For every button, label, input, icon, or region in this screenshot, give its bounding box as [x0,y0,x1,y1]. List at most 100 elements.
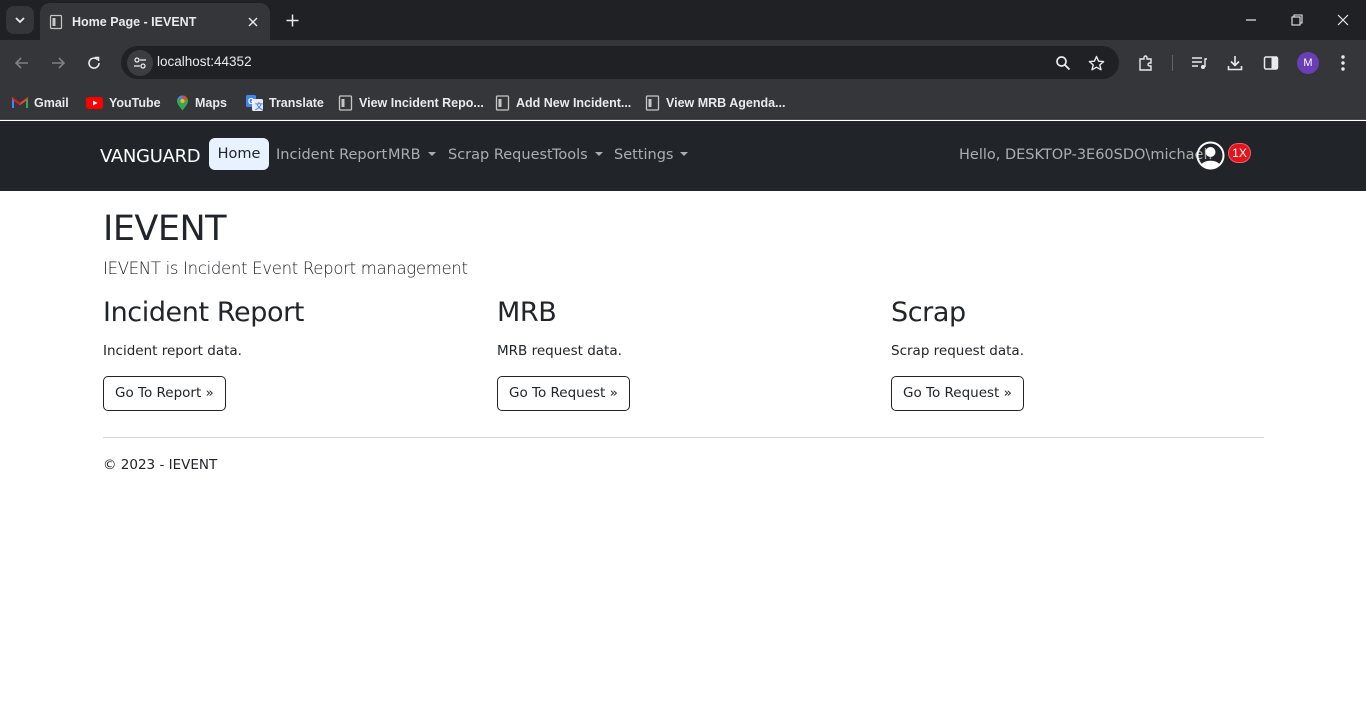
page-title: IEVENT [103,209,227,249]
bookmark-label: Maps [195,96,227,110]
gmail-icon [12,97,28,108]
extensions-button[interactable] [1134,51,1158,75]
bookmark-youtube[interactable]: YouTube [86,92,161,114]
card-heading: Incident Report [103,297,304,328]
nav-tools-dropdown[interactable]: Tools [552,147,603,163]
url-text: localhost:44352 [157,54,252,69]
chevron-down-icon [15,17,25,24]
bookmark-view-mrb-agenda[interactable]: View MRB Agenda... [645,92,785,114]
footer-divider [103,437,1264,438]
download-icon [1227,56,1243,71]
bookmark-label: YouTube [109,96,161,110]
side-panel-icon [1263,56,1279,70]
browser-toolbar: localhost:44352 M [0,40,1366,86]
tune-icon [134,57,146,69]
bookmark-label: View MRB Agenda... [666,96,786,110]
bookmark-label: Gmail [34,96,69,110]
address-bar[interactable]: localhost:44352 [121,46,1119,79]
bookmark-star-button[interactable] [1085,52,1107,74]
card-heading: Scrap [891,297,966,328]
arrow-left-icon [14,57,28,69]
side-panel-button[interactable] [1259,51,1283,75]
footer-copyright: © 2023 - IEVENT [103,457,218,473]
toolbar-divider [1172,55,1173,71]
maps-icon [177,95,188,111]
user-greeting[interactable]: Hello, DESKTOP-3E60SDO\michael! [959,147,1213,163]
bookmark-label: Translate [269,96,324,110]
search-icon [1056,56,1071,71]
back-button[interactable] [8,49,36,77]
zoom-button[interactable] [1052,52,1074,74]
bookmark-label: View Incident Repo... [359,96,484,110]
nav-incident-report[interactable]: Incident Report [276,147,387,163]
tab-close-button[interactable] [244,13,262,31]
close-window-button[interactable] [1328,6,1358,34]
card-text: Incident report data. [103,343,242,359]
close-icon [248,17,258,26]
minimize-button[interactable] [1236,6,1266,34]
svg-text:文: 文 [255,101,263,111]
bookmark-view-incident-report[interactable]: View Incident Repo... [338,92,484,114]
minimize-icon [1246,19,1256,21]
card-heading: MRB [497,297,557,328]
page-icon [495,95,510,111]
bookmark-gmail[interactable]: Gmail [12,92,69,114]
forward-button[interactable] [44,49,72,77]
mrb-card: MRB MRB request data. Go To Request » [497,297,877,411]
playlist-icon [1192,57,1207,69]
restore-button[interactable] [1282,6,1312,34]
card-text: Scrap request data. [891,343,1024,359]
user-circle-icon[interactable] [1196,141,1225,170]
media-control-button[interactable] [1187,51,1211,75]
new-tab-button[interactable] [280,8,304,32]
page-icon [49,14,63,29]
restore-icon [1291,14,1303,26]
card-text: MRB request data. [497,343,622,359]
tab-search-button[interactable] [6,6,34,34]
nav-tools-label: Tools [552,147,588,163]
browser-tabstrip: Home Page - IEVENT [0,0,1366,40]
arrow-right-icon [52,57,66,69]
reload-icon [88,56,100,69]
caret-down-icon [680,152,689,156]
tab-title: Home Page - IEVENT [72,14,197,29]
star-icon [1088,55,1104,70]
notification-badge[interactable]: 1X [1228,143,1251,163]
downloads-button[interactable] [1223,51,1247,75]
browser-menu-button[interactable] [1331,51,1355,75]
site-info-button[interactable] [127,50,153,76]
caret-down-icon [594,152,603,156]
svg-text:G: G [248,97,254,106]
plus-icon [286,14,298,26]
scrap-card: Scrap Scrap request data. Go To Request … [891,297,1271,411]
puzzle-icon [1139,55,1152,71]
go-to-report-button[interactable]: Go To Report » [103,376,226,411]
caret-down-icon [427,152,436,156]
page-icon [338,95,353,111]
nav-settings-dropdown[interactable]: Settings [614,147,689,163]
profile-avatar[interactable]: M [1297,52,1319,74]
youtube-icon [86,97,103,109]
page-lead: IEVENT is Incident Event Report manageme… [103,259,468,278]
app-navbar: VANGUARD Home Incident Report MRB Scrap … [0,121,1366,191]
bookmarks-bar: Gmail YouTube Maps G文 Translate View Inc… [0,86,1366,120]
brand-logo[interactable]: VANGUARD [100,146,201,167]
nav-mrb-dropdown[interactable]: MRB [388,147,436,163]
bookmark-add-new-incident[interactable]: Add New Incident... [495,92,631,114]
go-to-mrb-request-button[interactable]: Go To Request » [497,376,630,411]
go-to-scrap-request-button[interactable]: Go To Request » [891,376,1024,411]
close-icon [1337,14,1349,26]
reload-button[interactable] [80,49,108,77]
bookmark-label: Add New Incident... [516,96,632,110]
more-vertical-icon [1341,55,1345,71]
browser-tab-active[interactable]: Home Page - IEVENT [40,3,270,40]
nav-mrb-label: MRB [388,147,421,163]
page-icon [645,95,660,111]
translate-icon: G文 [246,95,263,111]
nav-settings-label: Settings [614,147,674,163]
incident-report-card: Incident Report Incident report data. Go… [103,297,483,411]
nav-scrap-request[interactable]: Scrap Request [448,147,553,163]
bookmark-translate[interactable]: G文 Translate [246,92,324,114]
bookmark-maps[interactable]: Maps [176,92,227,114]
nav-home[interactable]: Home [209,138,269,170]
